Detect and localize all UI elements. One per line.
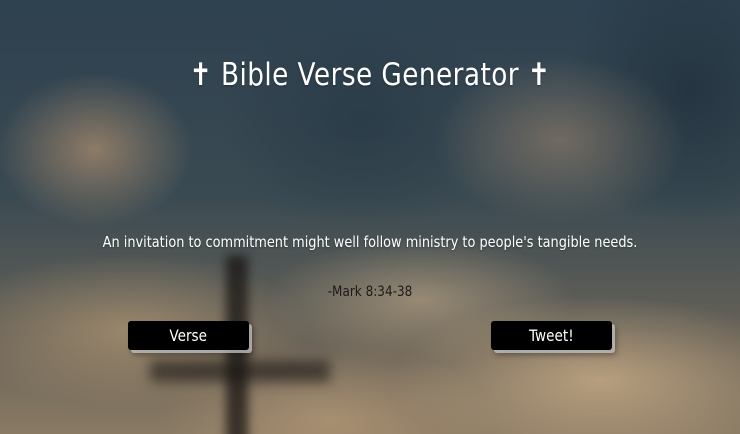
new-verse-button[interactable]: Verse (128, 321, 249, 350)
verse-reference: -Mark 8:34-38 (327, 284, 413, 300)
page-title: ✝ Bible Verse Generator ✝ (189, 56, 551, 93)
tweet-button-label: Tweet! (529, 326, 574, 345)
verse-text: An invitation to commitment might well f… (102, 233, 638, 251)
tweet-button[interactable]: Tweet! (491, 321, 612, 350)
new-verse-button-label: Verse (169, 326, 208, 345)
cross-silhouette-horizontal (150, 360, 330, 382)
